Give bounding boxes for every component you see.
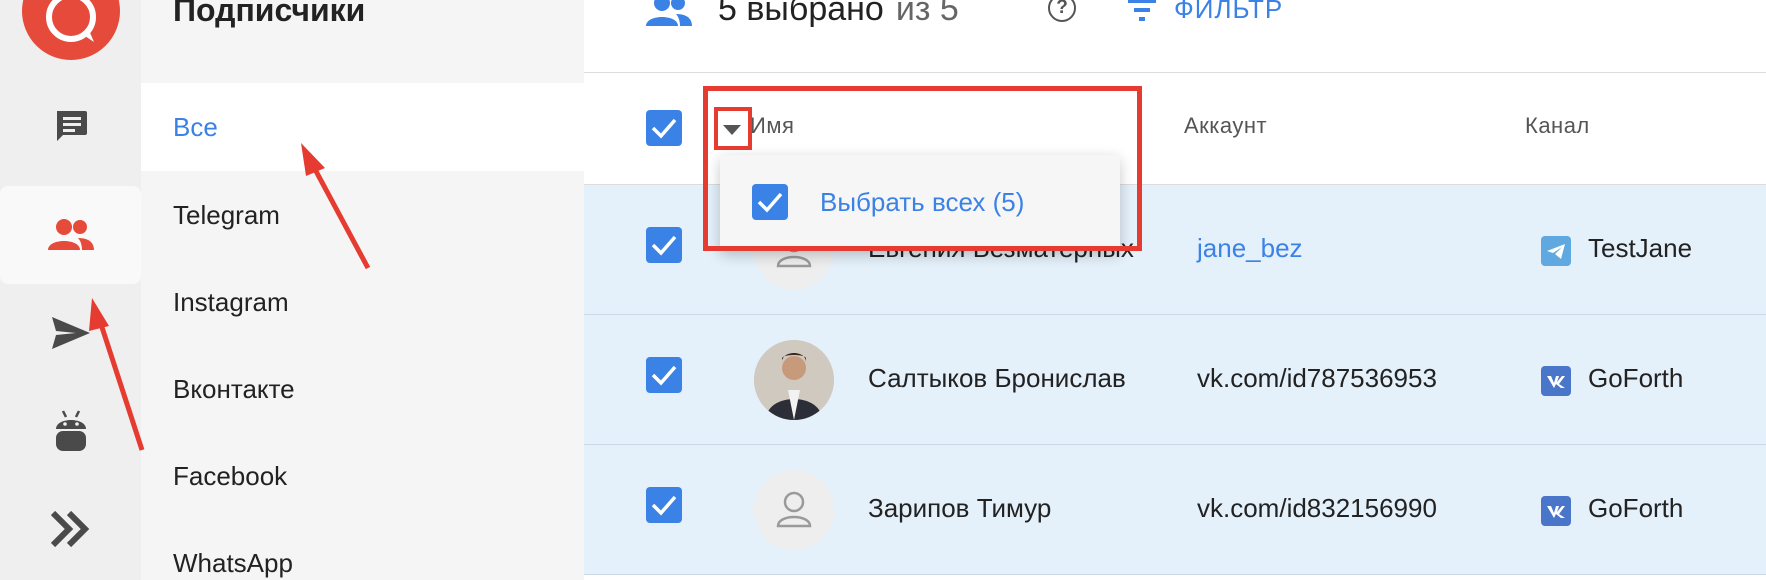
annotation-caret-highlight <box>714 107 752 150</box>
table-row[interactable]: Зарипов Тимур vk.com/id832156990 GoForth <box>584 445 1766 575</box>
icon-rail <box>0 0 141 580</box>
rail-item-subscribers[interactable] <box>0 186 141 284</box>
category-telegram[interactable]: Telegram <box>141 171 584 259</box>
row-checkbox[interactable] <box>646 227 682 263</box>
telegram-icon <box>1541 236 1571 266</box>
row-checkbox[interactable] <box>646 357 682 393</box>
vk-icon <box>1541 496 1571 526</box>
select-all-checkbox[interactable] <box>646 110 682 146</box>
flows-icon <box>50 511 89 547</box>
avatar <box>754 340 834 420</box>
channel-name: GoForth <box>1588 363 1684 393</box>
subscribers-icon <box>47 219 94 250</box>
check-icon <box>651 235 677 256</box>
category-facebook[interactable]: Facebook <box>141 432 584 520</box>
users-icon <box>646 0 692 26</box>
account-text: vk.com/id832156990 <box>1197 493 1437 523</box>
rail-item-broadcast[interactable] <box>0 284 141 382</box>
selected-count-text: 5 выбрано <box>718 0 884 28</box>
total-count-text: из 5 <box>895 0 959 28</box>
check-icon <box>651 495 677 516</box>
subscribers-panel: Подписчики Все Telegram Instagram Вконта… <box>141 0 584 580</box>
rail-item-chats[interactable] <box>0 76 141 174</box>
app-logo[interactable] <box>22 0 120 60</box>
channel-name: TestJane <box>1588 233 1693 263</box>
selection-toolbar: 5 выбрано из 5 ? ФИЛЬТР <box>584 0 1766 73</box>
filter-button[interactable]: ФИЛЬТР <box>1128 0 1283 25</box>
channel-name: GoForth <box>1588 493 1684 523</box>
user-photo <box>754 340 834 420</box>
check-icon <box>651 118 677 139</box>
category-whatsapp[interactable]: WhatsApp <box>141 519 584 580</box>
table-row[interactable]: Салтыков Бронислав vk.com/id787536953 Go… <box>584 315 1766 445</box>
column-header-account[interactable]: Аккаунт <box>1184 113 1267 139</box>
rail-item-bots[interactable] <box>0 382 141 480</box>
subscriber-name: Зарипов Тимур <box>868 493 1052 523</box>
category-all[interactable]: Все <box>141 83 584 171</box>
check-icon <box>651 365 677 386</box>
subscriber-name: Салтыков Бронислав <box>868 363 1126 393</box>
row-checkbox[interactable] <box>646 487 682 523</box>
filter-icon <box>1128 0 1156 21</box>
category-instagram[interactable]: Instagram <box>141 258 584 346</box>
help-icon[interactable]: ? <box>1048 0 1076 22</box>
avatar <box>754 470 834 550</box>
selection-count: 5 выбрано из 5 <box>718 0 959 29</box>
category-vkontakte[interactable]: Вконтакте <box>141 345 584 433</box>
panel-title: Подписчики <box>173 0 366 28</box>
send-icon <box>51 317 90 349</box>
rail-item-flows[interactable] <box>0 480 141 578</box>
vk-icon <box>1541 366 1571 396</box>
filter-label: ФИЛЬТР <box>1174 0 1284 24</box>
bot-icon <box>55 410 86 451</box>
account-link[interactable]: jane_bez <box>1197 233 1303 264</box>
account-text: vk.com/id787536953 <box>1197 363 1437 393</box>
annotation-highlight-box <box>703 86 1142 251</box>
column-header-channel[interactable]: Канал <box>1525 113 1590 139</box>
chat-icon <box>56 111 87 141</box>
person-placeholder-icon <box>776 491 812 528</box>
logo-chat-icon <box>46 0 96 42</box>
